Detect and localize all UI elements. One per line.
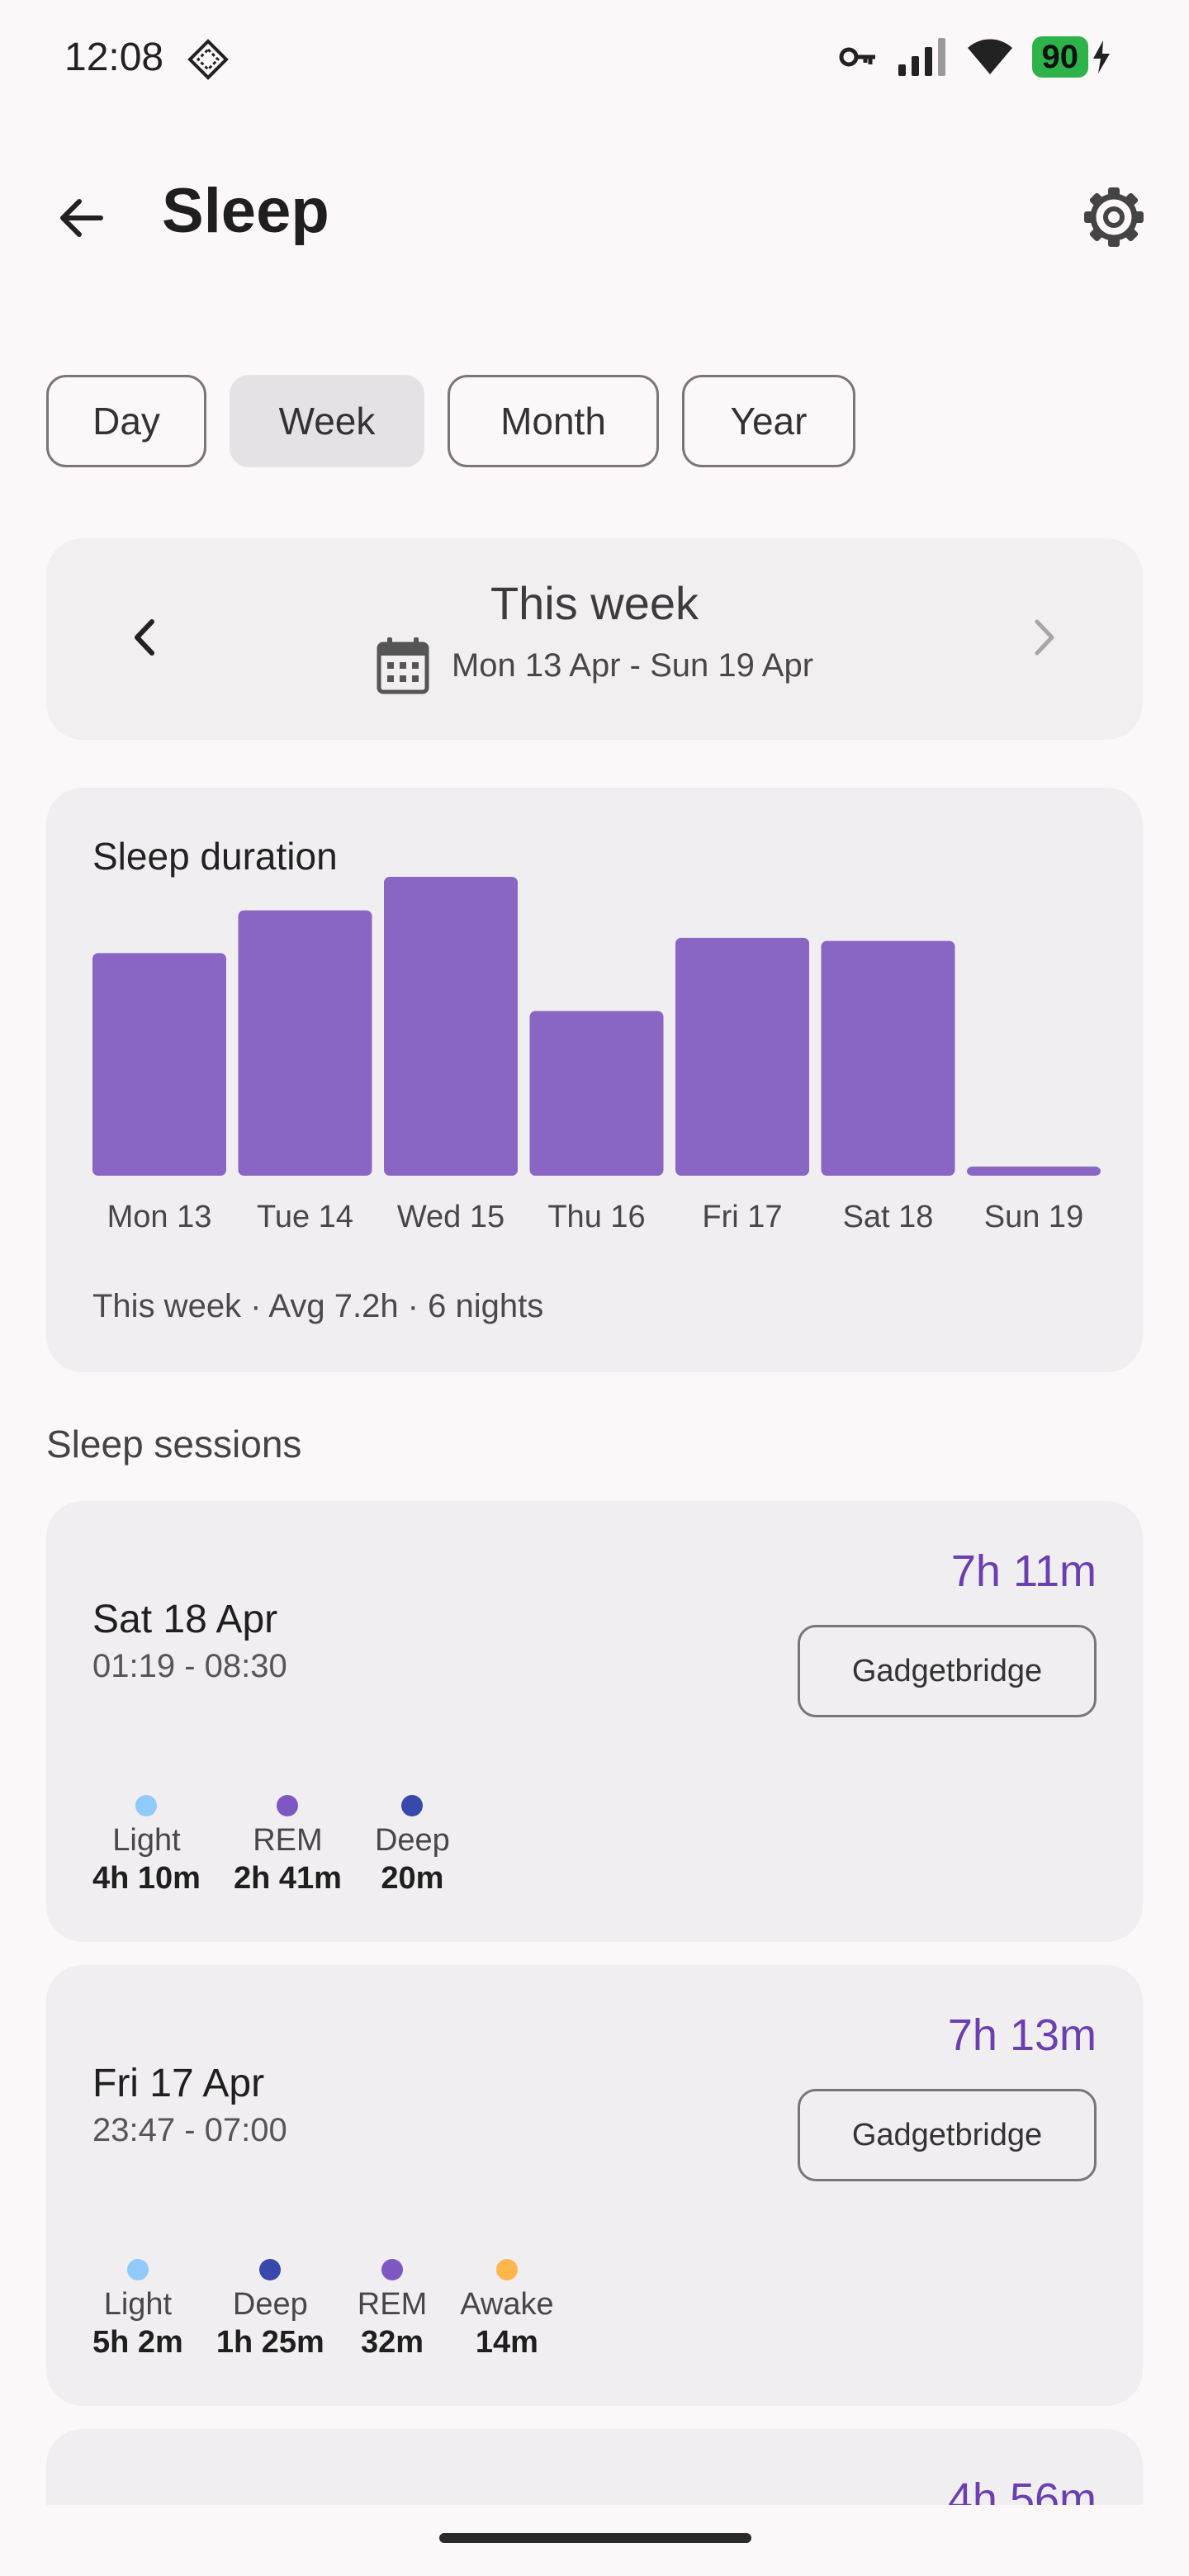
sleep-session-card[interactable]: 7h 11m Sat 18 Apr 01:19 - 08:30 Gadgetbr… bbox=[46, 1501, 1143, 1942]
gesture-bar-area bbox=[0, 2505, 1189, 2576]
source-chip[interactable]: Gadgetbridge bbox=[798, 1625, 1097, 1717]
calendar-icon bbox=[377, 637, 429, 694]
vpn-key-icon bbox=[839, 47, 875, 67]
stage-value: 20m bbox=[381, 1861, 444, 1896]
bar-mon-13[interactable] bbox=[92, 953, 226, 1176]
stage-breakdown: Light 4h 10m REM 2h 41m Deep 20m bbox=[92, 1795, 450, 1897]
signal-icon bbox=[898, 38, 945, 76]
gear-icon bbox=[1084, 187, 1144, 247]
x-tick-label: Wed 15 bbox=[397, 1200, 504, 1234]
wifi-icon bbox=[967, 39, 1012, 74]
session-date: Fri 17 Apr bbox=[92, 2062, 265, 2105]
period-selector: Day Week Month Year bbox=[46, 375, 855, 467]
bar-fri-17[interactable] bbox=[675, 937, 809, 1176]
stage-label: REM bbox=[357, 2287, 428, 2322]
stage-breakdown: Light 5h 2m Deep 1h 25m REM 32m Awake 14… bbox=[92, 2259, 554, 2361]
x-tick-label: Mon 13 bbox=[107, 1200, 212, 1234]
x-tick-label: Sat 18 bbox=[843, 1200, 934, 1234]
stage-dot bbox=[381, 2259, 404, 2280]
stage-value: 4h 10m bbox=[92, 1861, 201, 1896]
stage-label: Deep bbox=[232, 2287, 308, 2322]
sessions-section-title: Sleep sessions bbox=[46, 1423, 302, 1466]
bar-sat-18[interactable] bbox=[821, 940, 955, 1176]
segment-week[interactable]: Week bbox=[230, 375, 424, 467]
stage-light: Light 4h 10m bbox=[92, 1795, 201, 1897]
x-tick-label: Fri 17 bbox=[702, 1200, 782, 1234]
bar-thu-16[interactable] bbox=[529, 1011, 664, 1176]
notification-diamond-icon bbox=[187, 39, 229, 80]
stage-light: Light 5h 2m bbox=[92, 2259, 183, 2361]
bar-sun-19[interactable] bbox=[967, 1166, 1101, 1176]
stage-dot bbox=[495, 2259, 518, 2280]
stage-value: 1h 25m bbox=[216, 2325, 324, 2360]
back-button[interactable] bbox=[46, 183, 116, 253]
stage-dot bbox=[126, 2259, 149, 2280]
session-date: Sat 18 Apr bbox=[92, 1598, 278, 1641]
stage-awake: Awake 14m bbox=[460, 2259, 554, 2361]
segment-month[interactable]: Month bbox=[448, 375, 659, 467]
stage-dot bbox=[401, 1795, 424, 1816]
stage-dot bbox=[259, 2259, 282, 2280]
x-tick-label: Thu 16 bbox=[547, 1200, 645, 1234]
status-bar: 12:08 90 bbox=[0, 0, 1189, 119]
stage-value: 32m bbox=[360, 2325, 424, 2360]
stage-label: REM bbox=[253, 1823, 323, 1858]
charging-bolt-icon bbox=[1093, 40, 1110, 73]
source-chip[interactable]: Gadgetbridge bbox=[798, 2089, 1097, 2181]
sleep-duration-chart: Mon 13 Tue 14 Wed 15 Thu 16 Fri 17 Sat 18 Sun … bbox=[92, 877, 1101, 1234]
session-duration: 7h 13m bbox=[947, 2010, 1097, 2060]
home-gesture-handle[interactable] bbox=[439, 2533, 751, 2543]
stage-deep: Deep 1h 25m bbox=[216, 2259, 324, 2361]
page-title: Sleep bbox=[162, 176, 329, 246]
stage-rem: REM 32m bbox=[358, 2259, 427, 2361]
session-time: 23:47 - 07:00 bbox=[92, 2112, 287, 2148]
period-title: This week bbox=[490, 577, 699, 629]
session-time: 01:19 - 08:30 bbox=[92, 1648, 287, 1684]
stage-rem: REM 2h 41m bbox=[234, 1795, 342, 1897]
stage-value: 14m bbox=[475, 2325, 538, 2360]
stage-deep: Deep 20m bbox=[375, 1795, 450, 1897]
date-range-row: Mon 13 Apr - Sun 19 Apr bbox=[46, 636, 1143, 695]
top-app-bar: Sleep bbox=[0, 157, 1189, 266]
settings-button[interactable] bbox=[1077, 180, 1151, 254]
date-range: Mon 13 Apr - Sun 19 Apr bbox=[451, 646, 814, 684]
chevron-right-icon bbox=[1035, 619, 1054, 656]
sleep-duration-card: Sleep duration Mon 13 Tue 14 Wed 15 Thu 16 F… bbox=[46, 788, 1143, 1372]
bar-tue-14[interactable] bbox=[238, 910, 372, 1176]
arrow-back-icon bbox=[60, 199, 103, 237]
stage-label: Light bbox=[112, 1823, 181, 1858]
chart-summary: This week · Avg 7.2h · 6 nights bbox=[92, 1288, 544, 1324]
stage-label: Deep bbox=[374, 1823, 450, 1858]
battery-level: 90 bbox=[1031, 36, 1088, 78]
stage-label: Light bbox=[103, 2287, 173, 2322]
date-navigator: This week Mon 13 Apr - Sun 19 Apr bbox=[46, 538, 1143, 740]
session-duration: 7h 11m bbox=[950, 1546, 1097, 1596]
x-tick-label: Sun 19 bbox=[984, 1200, 1083, 1234]
stage-label: Awake bbox=[460, 2287, 554, 2322]
stage-value: 5h 2m bbox=[92, 2325, 183, 2360]
segment-day[interactable]: Day bbox=[46, 375, 206, 467]
x-tick-label: Tue 14 bbox=[257, 1200, 353, 1234]
stage-value: 2h 41m bbox=[233, 1861, 342, 1896]
bar-wed-15[interactable] bbox=[384, 877, 518, 1176]
stage-dot bbox=[277, 1795, 299, 1816]
sleep-session-card[interactable]: 7h 13m Fri 17 Apr 23:47 - 07:00 Gadgetbr… bbox=[46, 1965, 1143, 2406]
segment-year[interactable]: Year bbox=[682, 375, 855, 467]
next-period-button[interactable] bbox=[1011, 604, 1077, 670]
stage-dot bbox=[135, 1795, 158, 1816]
status-time: 12:08 bbox=[64, 36, 164, 79]
